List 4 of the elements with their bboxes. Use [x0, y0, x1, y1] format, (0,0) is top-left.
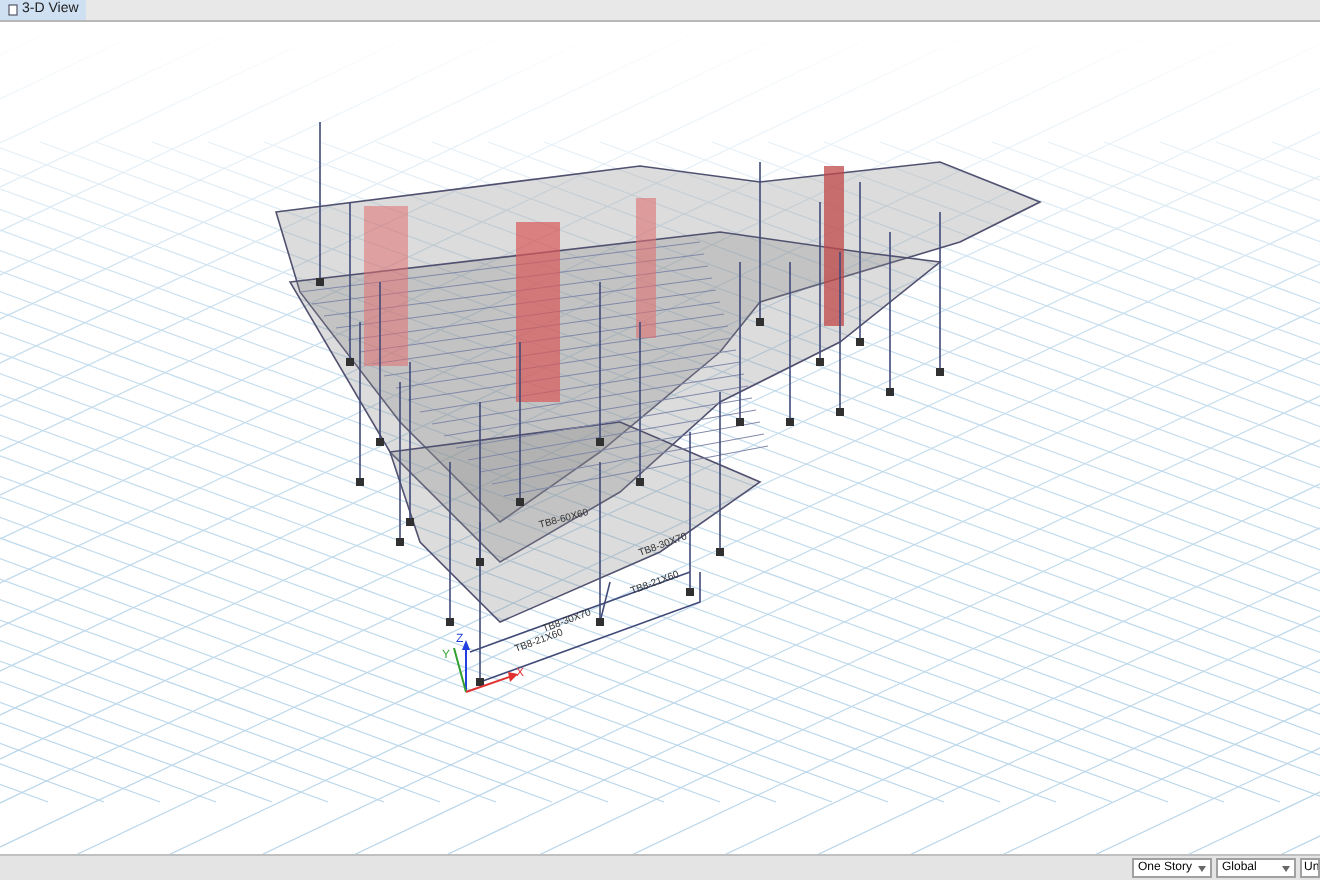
axis-triad-icon	[453, 640, 518, 693]
caret-icon	[1282, 865, 1290, 871]
view-icon	[8, 4, 18, 16]
caret-icon	[1198, 865, 1206, 871]
